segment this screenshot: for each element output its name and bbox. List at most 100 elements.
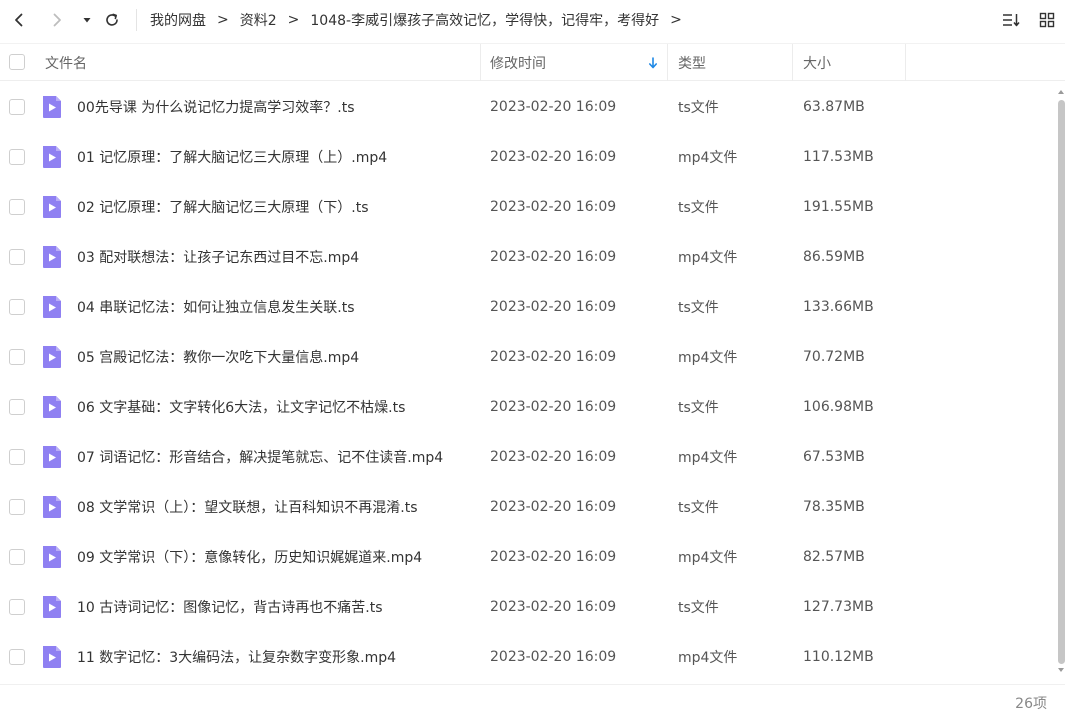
- file-modified: 2023-02-20 16:09: [490, 249, 617, 265]
- video-file-icon: [43, 496, 61, 518]
- column-divider: [905, 44, 906, 81]
- row-checkbox[interactable]: [9, 399, 25, 415]
- file-name[interactable]: 06 文字基础：文字转化6大法，让文字记忆不枯燥.ts: [77, 382, 405, 432]
- row-checkbox[interactable]: [9, 149, 25, 165]
- scrollbar-thumb[interactable]: [1058, 100, 1065, 664]
- column-divider: [480, 44, 481, 81]
- file-modified: 2023-02-20 16:09: [490, 499, 617, 515]
- file-size: 82.57MB: [803, 549, 865, 565]
- back-button[interactable]: [8, 9, 30, 31]
- refresh-button[interactable]: [101, 9, 123, 31]
- file-name[interactable]: 03 配对联想法：让孩子记东西过目不忘.mp4: [77, 232, 359, 282]
- file-row[interactable]: 05 宫殿记忆法：教你一次吃下大量信息.mp4 2023-02-20 16:09 m…: [0, 332, 1060, 382]
- file-row[interactable]: 09 文学常识（下）：意像转化，历史知识娓娓道来.mp4 2023-02-20 1…: [0, 532, 1060, 582]
- row-checkbox[interactable]: [9, 649, 25, 665]
- file-size: 63.87MB: [803, 99, 865, 115]
- file-row[interactable]: 08 文学常识（上）：望文联想，让百科知识不再混淆.ts 2023-02-20 1…: [0, 482, 1060, 532]
- file-name[interactable]: 02 记忆原理：了解大脑记忆三大原理（下）.ts: [77, 182, 369, 232]
- file-row[interactable]: 04 串联记忆法：如何让独立信息发生关联.ts 2023-02-20 16:09 t…: [0, 282, 1060, 332]
- file-row[interactable]: 01 记忆原理：了解大脑记忆三大原理（上）.mp4 2023-02-20 16:0…: [0, 132, 1060, 182]
- file-row[interactable]: 03 配对联想法：让孩子记东西过目不忘.mp4 2023-02-20 16:09 m…: [0, 232, 1060, 282]
- forward-button[interactable]: [46, 9, 68, 31]
- file-modified: 2023-02-20 16:09: [490, 599, 617, 615]
- file-type: mp4文件: [678, 550, 738, 566]
- file-name[interactable]: 11 数字记忆：3大编码法，让复杂数字变形象.mp4: [77, 632, 396, 682]
- video-file-icon: [43, 296, 61, 318]
- sort-desc-indicator: [648, 44, 658, 81]
- breadcrumb-item-folder[interactable]: 资料2: [240, 10, 277, 30]
- column-modified[interactable]: 修改时间: [490, 44, 546, 81]
- file-type: mp4文件: [678, 150, 738, 166]
- file-size: 106.98MB: [803, 399, 874, 415]
- file-type: ts文件: [678, 600, 719, 616]
- file-type: mp4文件: [678, 450, 738, 466]
- video-file-icon: [43, 96, 61, 118]
- select-all-checkbox[interactable]: [9, 54, 25, 70]
- video-file-icon: [43, 196, 61, 218]
- file-type: ts文件: [678, 200, 719, 216]
- file-name[interactable]: 10 古诗词记忆：图像记忆，背古诗再也不痛苦.ts: [77, 582, 383, 632]
- caret-down-icon: [83, 18, 91, 23]
- file-row[interactable]: 00先导课 为什么说记忆力提高学习效率？.ts 2023-02-20 16:09 t…: [0, 82, 1060, 132]
- file-name[interactable]: 09 文学常识（下）：意像转化，历史知识娓娓道来.mp4: [77, 532, 422, 582]
- grid-view-button[interactable]: [1036, 9, 1058, 31]
- row-checkbox[interactable]: [9, 599, 25, 615]
- file-modified: 2023-02-20 16:09: [490, 399, 617, 415]
- file-row[interactable]: 07 词语记忆：形音结合，解决提笔就忘、记不住读音.mp4 2023-02-20 …: [0, 432, 1060, 482]
- file-type: ts文件: [678, 500, 719, 516]
- file-modified: 2023-02-20 16:09: [490, 549, 617, 565]
- breadcrumb-item-root[interactable]: 我的网盘: [150, 10, 206, 30]
- file-name[interactable]: 08 文学常识（上）：望文联想，让百科知识不再混淆.ts: [77, 482, 418, 532]
- row-checkbox[interactable]: [9, 249, 25, 265]
- file-name[interactable]: 04 串联记忆法：如何让独立信息发生关联.ts: [77, 282, 355, 332]
- history-dropdown-button[interactable]: [76, 9, 98, 31]
- toolbar-divider: [136, 9, 137, 31]
- breadcrumb-separator: >: [670, 12, 682, 28]
- file-size: 110.12MB: [803, 649, 874, 665]
- row-checkbox[interactable]: [9, 199, 25, 215]
- file-name[interactable]: 01 记忆原理：了解大脑记忆三大原理（上）.mp4: [77, 132, 387, 182]
- file-size: 133.66MB: [803, 299, 874, 315]
- file-type: mp4文件: [678, 350, 738, 366]
- refresh-icon: [106, 13, 118, 26]
- file-name[interactable]: 05 宫殿记忆法：教你一次吃下大量信息.mp4: [77, 332, 359, 382]
- file-size: 78.35MB: [803, 499, 865, 515]
- breadcrumb-item-current[interactable]: 1048-李威引爆孩子高效记忆，学得快，记得牢，考得好: [310, 10, 659, 30]
- scroll-up-icon[interactable]: [1058, 90, 1064, 94]
- breadcrumb: 我的网盘 > 资料2 > 1048-李威引爆孩子高效记忆，学得快，记得牢，考得好…: [150, 0, 693, 40]
- file-name[interactable]: 00先导课 为什么说记忆力提高学习效率？.ts: [77, 82, 355, 132]
- chevron-right-icon: [53, 13, 61, 27]
- file-type: ts文件: [678, 300, 719, 316]
- file-size: 86.59MB: [803, 249, 865, 265]
- file-row[interactable]: 10 古诗词记忆：图像记忆，背古诗再也不痛苦.ts 2023-02-20 16:0…: [0, 582, 1060, 632]
- video-file-icon: [43, 546, 61, 568]
- file-name[interactable]: 07 词语记忆：形音结合，解决提笔就忘、记不住读音.mp4: [77, 432, 443, 482]
- column-name[interactable]: 文件名: [45, 44, 87, 81]
- scroll-down-icon[interactable]: [1058, 668, 1064, 672]
- file-row[interactable]: 02 记忆原理：了解大脑记忆三大原理（下）.ts 2023-02-20 16:09…: [0, 182, 1060, 232]
- file-type: mp4文件: [678, 250, 738, 266]
- column-divider: [667, 44, 668, 81]
- column-divider: [792, 44, 793, 81]
- file-size: 70.72MB: [803, 349, 865, 365]
- file-size: 117.53MB: [803, 149, 874, 165]
- row-checkbox[interactable]: [9, 549, 25, 565]
- file-row[interactable]: 06 文字基础：文字转化6大法，让文字记忆不枯燥.ts 2023-02-20 16…: [0, 382, 1060, 432]
- row-checkbox[interactable]: [9, 349, 25, 365]
- row-checkbox[interactable]: [9, 449, 25, 465]
- sort-button[interactable]: [1000, 9, 1022, 31]
- file-size: 127.73MB: [803, 599, 874, 615]
- row-checkbox[interactable]: [9, 499, 25, 515]
- row-checkbox[interactable]: [9, 299, 25, 315]
- toolbar: 我的网盘 > 资料2 > 1048-李威引爆孩子高效记忆，学得快，记得牢，考得好…: [0, 0, 1065, 40]
- video-file-icon: [43, 346, 61, 368]
- arrow-down-icon: [649, 56, 657, 68]
- column-header: 文件名 修改时间 类型 大小: [0, 43, 1065, 81]
- video-file-icon: [43, 396, 61, 418]
- file-row[interactable]: 11 数字记忆：3大编码法，让复杂数字变形象.mp4 2023-02-20 16:…: [0, 632, 1060, 682]
- row-checkbox[interactable]: [9, 99, 25, 115]
- item-count: 26项: [1015, 696, 1047, 712]
- column-size[interactable]: 大小: [803, 44, 831, 81]
- column-type[interactable]: 类型: [678, 44, 706, 81]
- file-modified: 2023-02-20 16:09: [490, 99, 617, 115]
